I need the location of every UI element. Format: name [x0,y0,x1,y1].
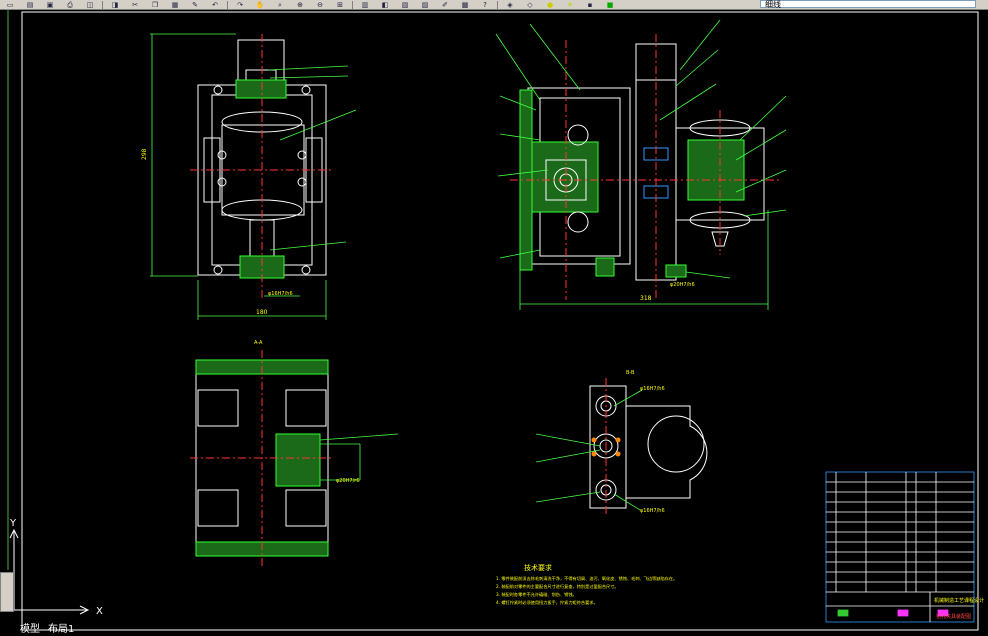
left-dock-panel[interactable] [0,572,14,612]
paste-icon[interactable]: ▦ [168,1,182,9]
dim-front-width: 180 [256,309,268,316]
layer-dropdown[interactable]: 细线 [760,0,976,9]
side-view [510,34,780,300]
sheet-set-icon[interactable]: ▨ [418,1,432,9]
toolbar-separator [497,0,498,9]
fit-front: φ16H7/h6 [268,291,293,297]
dim-side-width: 318 [640,295,652,302]
match-properties-icon[interactable]: ✎ [188,1,202,9]
markup-icon[interactable]: ✐ [438,1,452,9]
zoom-realtime-icon[interactable]: ⌕ [273,1,287,9]
section-b-view [589,378,708,516]
fit-b2: φ16H7/h6 [640,508,665,514]
properties-icon[interactable]: ▥ [358,1,372,9]
drawing-frame [21,11,979,631]
copy-icon[interactable]: ❐ [148,1,162,9]
publish-icon[interactable]: ◨ [108,1,122,9]
fit-b1: φ16H7/h6 [640,386,665,392]
color-swatch-icon[interactable]: ■ [603,1,617,9]
tech-line-1: 1. 零件装配前须去除毛刺清洗干净，不得有切屑、油污、氧化皮、锈蚀、毛刺、飞边等… [496,575,677,582]
layer-state-icon[interactable]: ◇ [523,1,537,9]
tab-layout1[interactable]: 布局1 [48,624,74,636]
tech-title: 技术要求 [524,563,552,572]
dim-front-height: 298 [141,148,148,160]
layout-tabs: 模型 布局1 [20,624,220,636]
tool-palettes-icon[interactable]: ▧ [398,1,412,9]
tech-line-3: 3. 装配时各零件不允许磕碰、划伤、锈蚀。 [496,591,577,598]
toolbar-separator [352,0,353,9]
lightbulb-icon[interactable]: ● [543,1,557,9]
redo-icon[interactable]: ↷ [233,1,247,9]
layer-properties-icon[interactable]: ◈ [503,1,517,9]
zoom-window-icon[interactable]: ⊕ [293,1,307,9]
print-icon[interactable]: ⎙ [63,1,77,9]
cut-icon[interactable]: ✂ [128,1,142,9]
section-a-label: A-A [254,340,263,346]
plot-preview-icon[interactable]: ◫ [83,1,97,9]
fit-side: φ20H7/h6 [670,282,695,288]
toolbar-separator [227,0,228,9]
section-a-dimensions [319,433,399,481]
save-icon[interactable]: ▣ [43,1,57,9]
tab-model[interactable]: 模型 [20,624,40,636]
fit-section: φ20H7/r6 [336,478,360,484]
front-view [190,34,334,300]
lock-icon[interactable]: ▪ [583,1,597,9]
drawing-canvas[interactable]: 298 180 φ16H7/h6 318 φ20H7/h6 A-A φ20H7/… [0,10,988,636]
help-icon[interactable]: ? [478,1,492,9]
new-file-icon[interactable]: ▭ [3,1,17,9]
section-b-label: B-B [626,370,635,376]
open-file-icon[interactable]: ▤ [23,1,37,9]
quickcalc-icon[interactable]: ▩ [458,1,472,9]
title-block-school: 机械制造工艺课程设计 [934,597,984,604]
zoom-extents-icon[interactable]: ⊞ [333,1,347,9]
title-block-name: 钻孔夹具装配图 [936,613,971,620]
pan-icon[interactable]: ✋ [253,1,267,9]
toolbar-separator [102,0,103,9]
sun-icon[interactable]: ☀ [563,1,577,9]
zoom-previous-icon[interactable]: ⊖ [313,1,327,9]
undo-icon[interactable]: ↶ [208,1,222,9]
section-a-view [190,350,334,566]
ucs-x-label: X [96,606,103,617]
ucs-y-label: Y [9,518,17,529]
design-center-icon[interactable]: ◧ [378,1,392,9]
tech-line-2: 2. 装配前对零件的主要配合尺寸进行复查，特别是过盈配合尺寸。 [496,583,619,590]
tech-line-4: 4. 螺钉拧紧时必须使用扭力扳手，拧紧力矩符合要求。 [496,599,598,606]
